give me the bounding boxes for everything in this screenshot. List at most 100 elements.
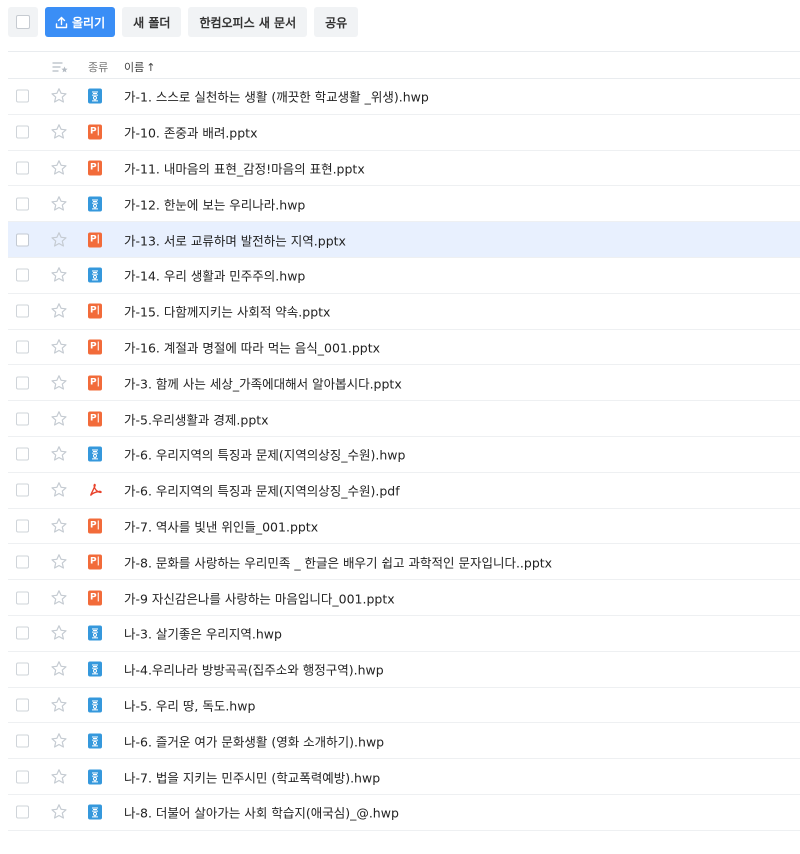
share-button[interactable]: 공유 <box>314 7 359 37</box>
row-checkbox[interactable] <box>16 376 29 390</box>
file-row[interactable]: P| 가-11. 내마음의 표현_감정!마음의 표현.pptx <box>8 151 800 187</box>
star-icon[interactable] <box>50 803 68 821</box>
file-row[interactable]: 나-5. 우리 땅, 독도.hwp <box>8 688 800 724</box>
file-name[interactable]: 가-7. 역사를 빛낸 위인들_001.pptx <box>124 516 318 535</box>
name-column-header[interactable]: 이름 ↑ <box>124 59 155 75</box>
file-name[interactable]: 나-8. 더불어 살아가는 사회 학습지(애국심)_@.hwp <box>124 803 399 822</box>
star-icon[interactable] <box>50 410 68 428</box>
file-name[interactable]: 나-6. 즐거운 여가 문화생활 (영화 소개하기).hwp <box>124 731 384 750</box>
star-icon[interactable] <box>50 374 68 392</box>
row-checkbox[interactable] <box>16 304 29 318</box>
star-icon[interactable] <box>50 195 68 213</box>
row-checkbox[interactable] <box>16 591 29 605</box>
row-checkbox[interactable] <box>16 233 29 247</box>
star-icon[interactable] <box>50 481 68 499</box>
file-row[interactable]: 가-12. 한눈에 보는 우리나라.hwp <box>8 186 800 223</box>
file-name[interactable]: 가-15. 다함께지키는 사회적 약속.pptx <box>124 302 330 321</box>
row-checkbox[interactable] <box>16 447 29 461</box>
star-icon[interactable] <box>50 231 68 249</box>
row-checkbox[interactable] <box>16 89 29 103</box>
file-row[interactable]: P| 가-10. 존중과 배려.pptx <box>8 115 800 151</box>
star-icon[interactable] <box>50 87 68 105</box>
file-name[interactable]: 가-9 자신감은나를 사랑하는 마음입니다_001.pptx <box>124 588 395 607</box>
new-folder-button[interactable]: 새 폴더 <box>122 7 182 37</box>
file-name[interactable]: 가-10. 존중과 배려.pptx <box>124 123 257 142</box>
file-row[interactable]: P| 가-5.우리생활과 경제.pptx <box>8 401 800 437</box>
file-name[interactable]: 가-13. 서로 교류하며 발전하는 지역.pptx <box>124 230 346 249</box>
row-checkbox[interactable] <box>16 805 29 819</box>
row-checkbox[interactable] <box>16 555 29 569</box>
star-icon[interactable] <box>50 589 68 607</box>
star-icon[interactable] <box>50 696 68 714</box>
row-checkbox[interactable] <box>16 519 29 533</box>
file-row[interactable]: P| 가-16. 계절과 명절에 따라 먹는 음식_001.pptx <box>8 330 800 366</box>
row-checkbox[interactable] <box>16 268 29 282</box>
select-all-checkbox[interactable] <box>8 7 38 37</box>
star-icon[interactable] <box>50 123 68 141</box>
file-name[interactable]: 가-3. 함께 사는 세상_가족에대해서 알아봅시다.pptx <box>124 373 402 392</box>
star-icon[interactable] <box>50 338 68 356</box>
file-row[interactable]: 가-1. 스스로 실천하는 생활 (깨끗한 학교생활 _위생).hwp <box>8 79 800 115</box>
row-checkbox[interactable] <box>16 770 29 784</box>
star-icon[interactable] <box>50 517 68 535</box>
new-document-button[interactable]: 한컴오피스 새 문서 <box>188 7 308 37</box>
file-row[interactable]: 나-3. 살기좋은 우리지역.hwp <box>8 616 800 652</box>
file-name[interactable]: 나-4.우리나라 방방곡곡(집주소와 행정구역).hwp <box>124 660 384 679</box>
upload-button[interactable]: 올리기 <box>45 7 116 37</box>
star-icon[interactable] <box>50 302 68 320</box>
row-checkbox[interactable] <box>16 626 29 640</box>
name-column-label: 이름 <box>124 61 145 74</box>
star-icon[interactable] <box>50 266 68 284</box>
star-icon[interactable] <box>50 768 68 786</box>
hwp-file-icon <box>88 267 102 283</box>
file-name[interactable]: 가-16. 계절과 명절에 따라 먹는 음식_001.pptx <box>124 337 380 356</box>
row-checkbox[interactable] <box>16 340 29 354</box>
file-row[interactable]: 가-6. 우리지역의 특징과 문제(지역의상징_수원).hwp <box>8 437 800 473</box>
row-checkbox[interactable] <box>16 197 29 211</box>
row-checkbox[interactable] <box>16 662 29 676</box>
row-checkbox[interactable] <box>16 125 29 139</box>
star-icon[interactable] <box>50 732 68 750</box>
file-row[interactable]: 나-6. 즐거운 여가 문화생활 (영화 소개하기).hwp <box>8 723 800 760</box>
row-checkbox[interactable] <box>16 483 29 497</box>
file-name[interactable]: 가-5.우리생활과 경제.pptx <box>124 409 269 428</box>
file-row[interactable]: 나-7. 법을 지키는 민주시민 (학교폭력예방).hwp <box>8 759 800 795</box>
list-header: 종류 이름 ↑ <box>8 51 800 79</box>
hwp-file-icon <box>88 625 102 641</box>
star-icon[interactable] <box>50 159 68 177</box>
file-row[interactable]: P| 가-8. 문화를 사랑하는 우리민족 _ 한글은 배우기 쉽고 과학적인 문… <box>8 544 800 581</box>
star-icon[interactable] <box>50 445 68 463</box>
upload-icon <box>55 16 68 29</box>
row-checkbox[interactable] <box>16 734 29 748</box>
file-row[interactable]: 나-4.우리나라 방방곡곡(집주소와 행정구역).hwp <box>8 652 800 688</box>
file-name[interactable]: 가-8. 문화를 사랑하는 우리민족 _ 한글은 배우기 쉽고 과학적인 문자입… <box>124 552 552 571</box>
file-row[interactable]: P| 가-15. 다함께지키는 사회적 약속.pptx <box>8 294 800 330</box>
file-list: 종류 이름 ↑ 가-1. 스스로 실천하는 생활 (깨끗한 학교생활 _위생).h… <box>8 51 800 831</box>
file-name[interactable]: 나-5. 우리 땅, 독도.hwp <box>124 695 255 714</box>
type-column-header[interactable]: 종류 <box>88 59 108 75</box>
star-icon[interactable] <box>50 660 68 678</box>
file-name[interactable]: 가-14. 우리 생활과 민주주의.hwp <box>124 266 305 285</box>
file-name[interactable]: 가-1. 스스로 실천하는 생활 (깨끗한 학교생활 _위생).hwp <box>124 87 429 106</box>
file-row[interactable]: 가-14. 우리 생활과 민주주의.hwp <box>8 258 800 294</box>
file-name[interactable]: 가-6. 우리지역의 특징과 문제(지역의상징_수원).hwp <box>124 445 405 464</box>
hwp-file-icon <box>88 769 102 785</box>
file-row[interactable]: P| 가-3. 함께 사는 세상_가족에대해서 알아봅시다.pptx <box>8 365 800 402</box>
row-checkbox[interactable] <box>16 412 29 426</box>
file-row[interactable]: P| 가-9 자신감은나를 사랑하는 마음입니다_001.pptx <box>8 580 800 616</box>
file-row[interactable]: 나-8. 더불어 살아가는 사회 학습지(애국심)_@.hwp <box>8 795 800 831</box>
pptx-file-icon: P| <box>88 518 102 534</box>
file-name[interactable]: 가-11. 내마음의 표현_감정!마음의 표현.pptx <box>124 158 365 177</box>
file-name[interactable]: 나-3. 살기좋은 우리지역.hwp <box>124 624 282 643</box>
file-name[interactable]: 가-12. 한눈에 보는 우리나라.hwp <box>124 194 305 213</box>
row-checkbox[interactable] <box>16 161 29 175</box>
star-icon[interactable] <box>50 624 68 642</box>
star-icon[interactable] <box>50 553 68 571</box>
file-name[interactable]: 가-6. 우리지역의 특징과 문제(지역의상징_수원).pdf <box>124 481 400 500</box>
file-row[interactable]: 가-6. 우리지역의 특징과 문제(지역의상징_수원).pdf <box>8 473 800 509</box>
file-row[interactable]: P| 가-13. 서로 교류하며 발전하는 지역.pptx <box>8 222 800 258</box>
file-name[interactable]: 나-7. 법을 지키는 민주시민 (학교폭력예방).hwp <box>124 767 380 786</box>
row-checkbox[interactable] <box>16 698 29 712</box>
favorite-sort-icon[interactable] <box>52 59 68 73</box>
file-row[interactable]: P| 가-7. 역사를 빛낸 위인들_001.pptx <box>8 509 800 545</box>
